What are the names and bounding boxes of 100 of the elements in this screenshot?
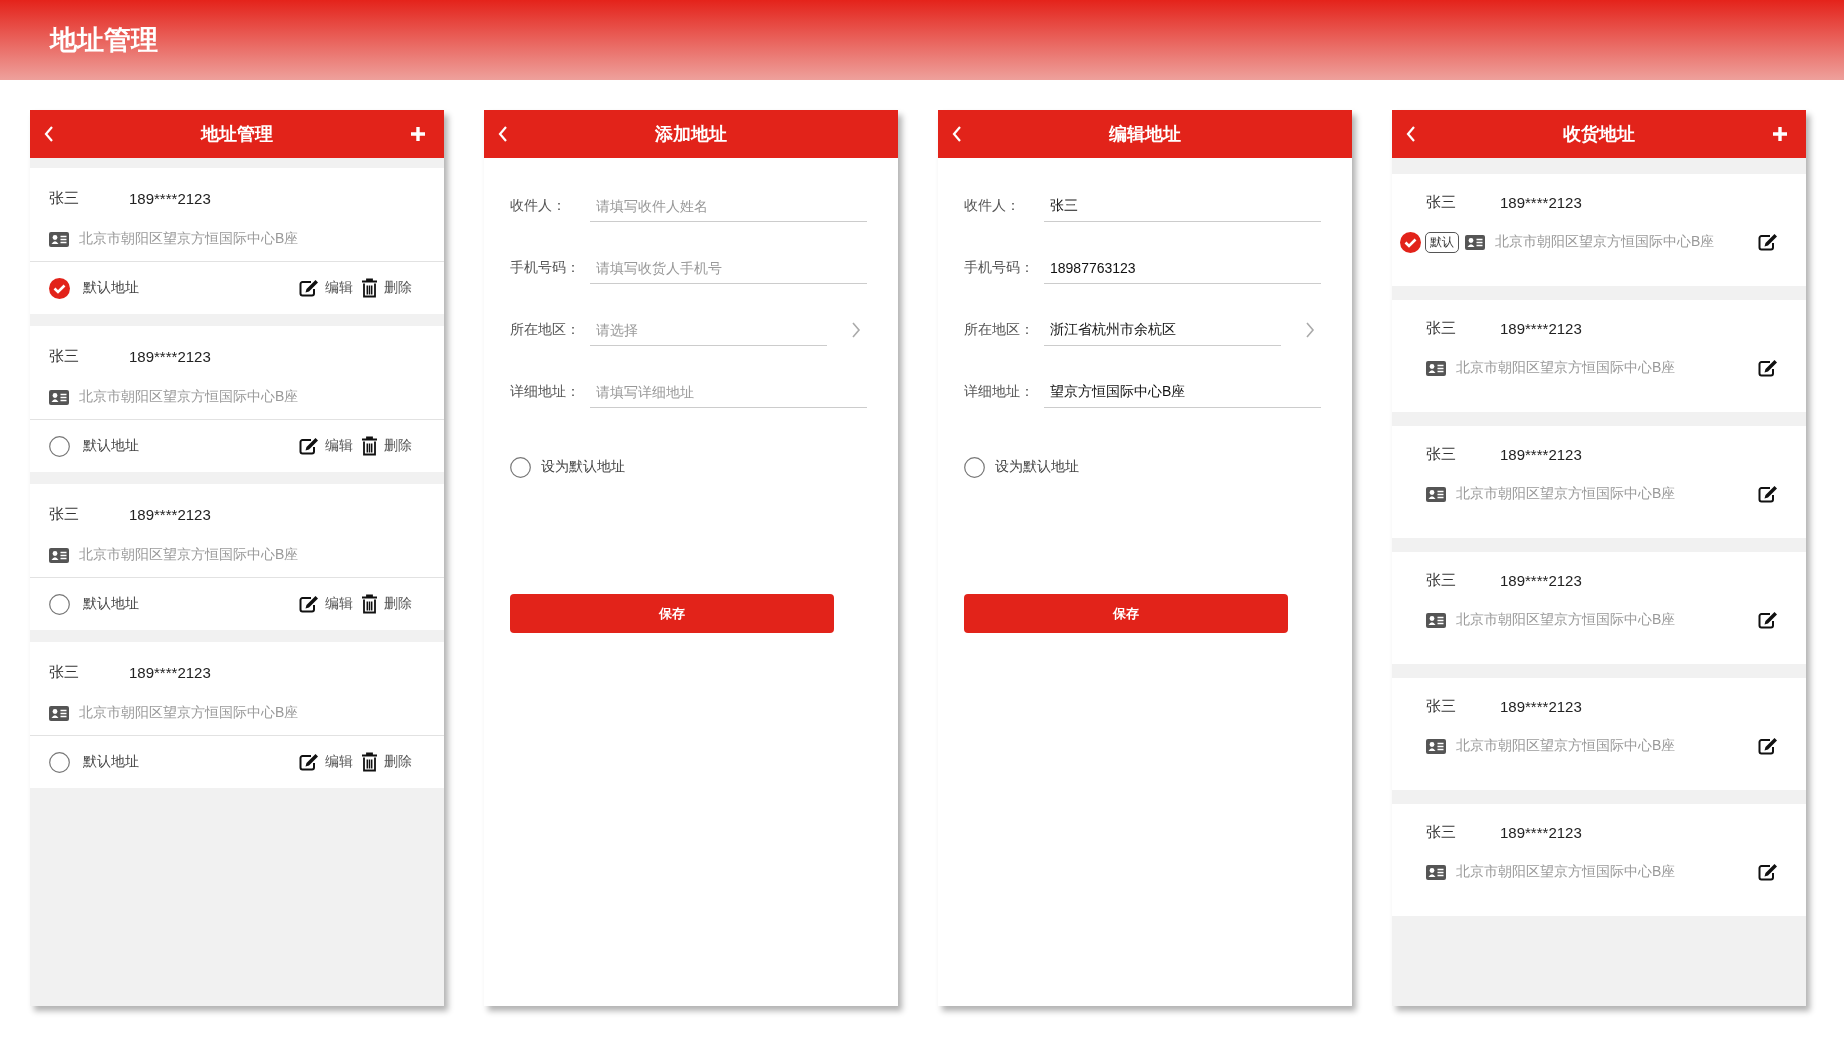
edit-icon[interactable] — [299, 595, 319, 613]
phone-number: 189****2123 — [1500, 697, 1582, 715]
address-card[interactable]: 张三 189****2123 北京市朝阳区望京方恒国际中心B座 — [1392, 804, 1806, 916]
default-address-label: 默认地址 — [83, 753, 140, 771]
default-badge: 默认 — [1425, 231, 1459, 253]
id-card-icon — [1426, 486, 1446, 502]
save-button[interactable]: 保存 — [510, 594, 834, 633]
edit-icon[interactable] — [299, 437, 319, 455]
phone-number: 189****2123 — [1500, 193, 1582, 211]
edit-icon[interactable] — [299, 753, 319, 771]
field-label: 详细地址： — [510, 383, 581, 401]
address-text: 北京市朝阳区望京方恒国际中心B座 — [1456, 485, 1676, 503]
input-field[interactable]: 张三 — [1044, 190, 1321, 222]
id-card-icon — [1426, 864, 1446, 880]
radio-circle-icon[interactable] — [49, 751, 70, 773]
page-title: 地址管理 — [50, 24, 158, 57]
id-card-icon — [49, 705, 69, 721]
delete-link[interactable]: 删除 — [384, 437, 412, 455]
trash-icon[interactable] — [361, 278, 378, 298]
back-icon[interactable] — [44, 126, 54, 142]
address-text: 北京市朝阳区望京方恒国际中心B座 — [1456, 863, 1676, 881]
edit-icon[interactable] — [1758, 611, 1778, 629]
radio-circle-icon[interactable] — [49, 593, 70, 615]
edit-icon[interactable] — [1758, 737, 1778, 755]
default-address-label: 默认地址 — [83, 279, 140, 297]
edit-icon[interactable] — [1758, 233, 1778, 251]
phone-number: 189****2123 — [1500, 823, 1582, 841]
id-card-icon — [1465, 234, 1485, 250]
input-field[interactable]: 请填写收货人手机号 — [590, 252, 867, 284]
edit-icon[interactable] — [1758, 485, 1778, 503]
edit-link[interactable]: 编辑 — [325, 753, 353, 771]
edit-link[interactable]: 编辑 — [325, 595, 353, 613]
set-default-label: 设为默认地址 — [541, 458, 625, 476]
input-field[interactable]: 浙江省杭州市余杭区 — [1044, 314, 1281, 346]
id-card-icon — [49, 231, 69, 247]
address-card[interactable]: 张三 189****2123 北京市朝阳区望京方恒国际中心B座 — [1392, 552, 1806, 664]
recipient-name: 张三 — [1426, 822, 1457, 842]
address-card[interactable]: 张三 189****2123 北京市朝阳区望京方恒国际中心B座 — [1392, 300, 1806, 412]
field-label: 收件人： — [964, 197, 1021, 215]
input-field[interactable]: 请填写详细地址 — [590, 376, 867, 408]
edit-link[interactable]: 编辑 — [325, 279, 353, 297]
address-card[interactable]: 张三 189****2123 北京市朝阳区望京方恒国际中心B座 — [1392, 426, 1806, 538]
field-label: 所在地区： — [964, 321, 1035, 339]
edit-icon[interactable] — [299, 279, 319, 297]
check-circle-icon[interactable] — [1400, 231, 1421, 253]
id-card-icon — [1426, 360, 1446, 376]
add-icon[interactable] — [1772, 126, 1788, 142]
address-text: 北京市朝阳区望京方恒国际中心B座 — [79, 230, 299, 248]
id-card-icon — [1426, 612, 1446, 628]
delete-link[interactable]: 删除 — [384, 595, 412, 613]
delete-link[interactable]: 删除 — [384, 279, 412, 297]
trash-icon[interactable] — [361, 436, 378, 456]
recipient-name: 张三 — [1426, 570, 1457, 590]
field-label: 手机号码： — [510, 259, 581, 277]
set-default-label: 设为默认地址 — [995, 458, 1079, 476]
address-card[interactable]: 张三 189****2123 默认 北京市朝阳区望京方恒国际中心B座 — [1392, 174, 1806, 286]
phone-number: 189****2123 — [1500, 571, 1582, 589]
address-text: 北京市朝阳区望京方恒国际中心B座 — [1456, 611, 1676, 629]
input-field[interactable]: 18987763123 — [1044, 252, 1321, 284]
field-label: 详细地址： — [964, 383, 1035, 401]
edit-icon[interactable] — [1758, 359, 1778, 377]
trash-icon[interactable] — [361, 752, 378, 772]
back-icon[interactable] — [952, 126, 962, 142]
delete-link[interactable]: 删除 — [384, 753, 412, 771]
back-icon[interactable] — [498, 126, 508, 142]
trash-icon[interactable] — [361, 594, 378, 614]
edit-icon[interactable] — [1758, 863, 1778, 881]
radio-circle-icon[interactable] — [49, 435, 70, 457]
recipient-name: 张三 — [1426, 696, 1457, 716]
input-field[interactable]: 望京方恒国际中心B座 — [1044, 376, 1321, 408]
phone-number: 189****2123 — [1500, 445, 1582, 463]
recipient-name: 张三 — [1426, 318, 1457, 338]
phone-number: 189****2123 — [129, 663, 211, 681]
recipient-name: 张三 — [1426, 192, 1457, 212]
phone-number: 189****2123 — [129, 189, 211, 207]
recipient-name: 张三 — [49, 662, 80, 682]
phone-number: 189****2123 — [1500, 319, 1582, 337]
address-text: 北京市朝阳区望京方恒国际中心B座 — [1456, 737, 1676, 755]
id-card-icon — [1426, 738, 1446, 754]
radio-circle-icon[interactable] — [510, 456, 531, 478]
screen-title: 地址管理 — [201, 123, 273, 146]
check-circle-icon[interactable] — [49, 277, 70, 299]
default-address-label: 默认地址 — [83, 595, 140, 613]
address-text: 北京市朝阳区望京方恒国际中心B座 — [1495, 233, 1715, 251]
address-text: 北京市朝阳区望京方恒国际中心B座 — [79, 388, 299, 406]
recipient-name: 张三 — [49, 504, 80, 524]
input-field[interactable]: 请填写收件人姓名 — [590, 190, 867, 222]
screen-title: 编辑地址 — [1109, 123, 1181, 146]
add-icon[interactable] — [410, 126, 426, 142]
save-button[interactable]: 保存 — [964, 594, 1288, 633]
address-card[interactable]: 张三 189****2123 北京市朝阳区望京方恒国际中心B座 — [1392, 678, 1806, 790]
field-label: 所在地区： — [510, 321, 581, 339]
input-field[interactable]: 请选择 — [590, 314, 827, 346]
edit-link[interactable]: 编辑 — [325, 437, 353, 455]
back-icon[interactable] — [1406, 126, 1416, 142]
radio-circle-icon[interactable] — [964, 456, 985, 478]
recipient-name: 张三 — [1426, 444, 1457, 464]
default-address-label: 默认地址 — [83, 437, 140, 455]
address-text: 北京市朝阳区望京方恒国际中心B座 — [79, 704, 299, 722]
id-card-icon — [49, 389, 69, 405]
